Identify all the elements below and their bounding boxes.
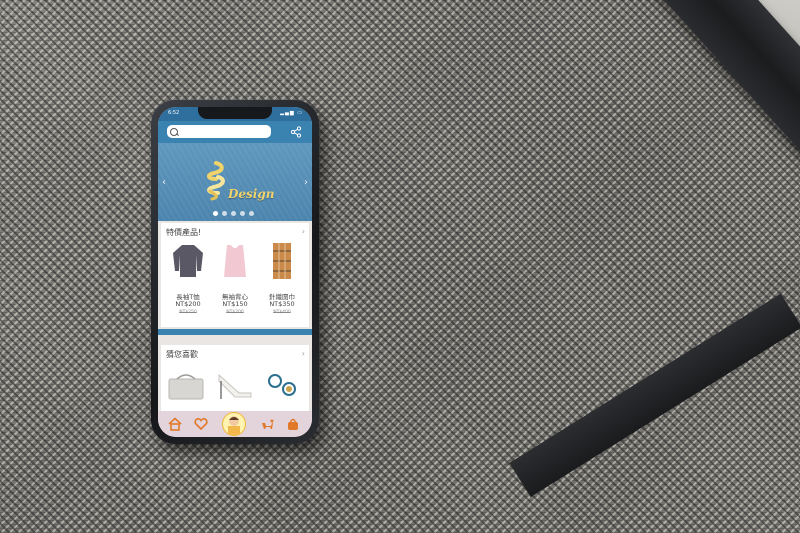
carousel-dot[interactable] [240,211,245,216]
signal-battery-icon: ▂▄▆ ▭ [280,110,303,116]
tank-top-image [224,245,246,277]
banner-next-icon[interactable]: › [304,177,308,188]
product-card[interactable]: 長袖T恤 NT$200 NT$250 [165,241,211,327]
phone-screen: 6:52 ▂▄▆ ▭ ‹ Design › 特價產品! › 長袖T恤 NT$20… [158,107,312,437]
product-price: NT$350 [269,300,295,308]
high-heel-image[interactable] [213,371,257,401]
avatar-icon [228,416,240,435]
earrings-image[interactable] [261,371,305,401]
product-card[interactable]: 針織圍巾 NT$350 NT$400 [259,241,305,327]
heart-icon[interactable] [194,417,208,431]
search-bar [158,121,312,143]
pet-icon[interactable] [260,417,274,431]
knit-scarf-image [273,243,291,279]
chevron-right-icon[interactable]: › [302,349,305,358]
home-icon[interactable] [168,417,182,431]
product-price: NT$150 [222,300,248,308]
long-sleeve-shirt-image [173,245,203,277]
brand-name: Design [228,187,275,201]
product-old-price: NT$400 [273,310,291,315]
carousel-dot[interactable] [231,211,236,216]
sale-section: 特價產品! › 長袖T恤 NT$200 NT$250 無袖背心 NT$150 N… [161,223,309,327]
avatar[interactable] [222,412,246,436]
product-card[interactable]: 無袖背心 NT$150 NT$200 [212,241,258,327]
handbag-image[interactable] [165,371,209,401]
search-icon [170,128,178,136]
carousel-dot[interactable] [213,211,218,216]
chair-frame-bottom [509,293,800,497]
status-time: 6:52 [168,110,180,116]
carousel-dot[interactable] [249,211,254,216]
search-input[interactable] [167,125,271,138]
recommend-section-title: 猜您喜歡 [166,350,198,359]
bag-icon[interactable] [286,417,300,431]
sale-section-title: 特價產品! [166,228,202,237]
carousel-dot[interactable] [222,211,227,216]
promo-banner[interactable]: ‹ Design › [158,143,312,221]
bottom-nav [158,411,312,437]
chevron-right-icon[interactable]: › [302,227,305,236]
phone-notch [198,107,272,119]
carousel-indicator [213,211,254,217]
recommend-section: 猜您喜歡 › [161,345,309,413]
banner-prev-icon[interactable]: ‹ [162,177,166,188]
section-divider [158,329,312,335]
share-icon[interactable] [290,126,302,138]
smartphone: 6:52 ▂▄▆ ▭ ‹ Design › 特價產品! › 長袖T恤 NT$20… [151,100,319,444]
design-logo-icon [207,161,225,201]
product-price: NT$200 [175,300,201,308]
product-old-price: NT$200 [226,310,244,315]
product-old-price: NT$250 [179,310,197,315]
